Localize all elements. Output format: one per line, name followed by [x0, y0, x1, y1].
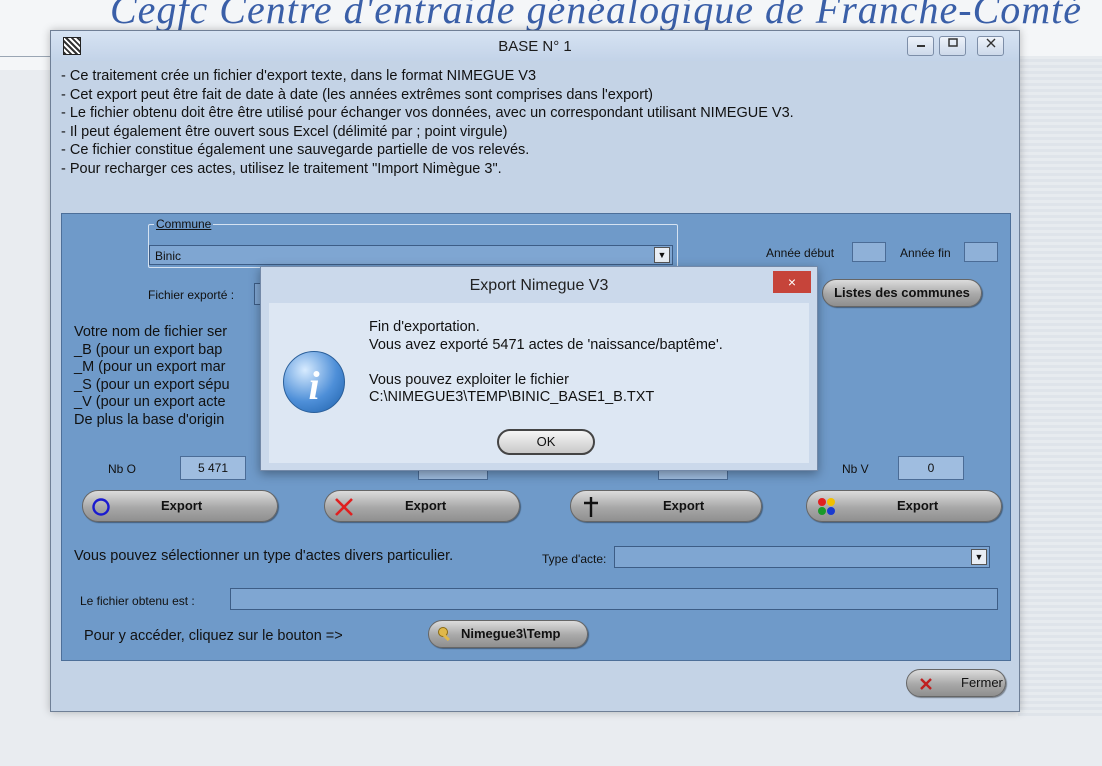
- description-line: - Ce traitement crée un fichier d'export…: [61, 68, 537, 84]
- colored-dots-icon: [818, 498, 835, 515]
- maximize-button[interactable]: [939, 36, 966, 56]
- export-label: Export: [161, 498, 203, 513]
- commune-value: Binic: [155, 249, 182, 263]
- export-baptism-button[interactable]: Export: [82, 490, 278, 522]
- nb-v-value: 0: [898, 456, 964, 480]
- annee-fin-input[interactable]: [964, 242, 998, 262]
- dialog-line: C:\NIMEGUE3\TEMP\BINIC_BASE1_B.TXT: [369, 389, 655, 405]
- naming-text: Votre nom de fichier ser _B (pour un exp…: [74, 324, 230, 429]
- nb-o-value: 5 471: [180, 456, 246, 480]
- dialog-line: [369, 354, 723, 372]
- ok-button[interactable]: OK: [497, 429, 595, 455]
- dialog-title: Export Nimegue V3: [469, 277, 609, 294]
- type-acte-select[interactable]: ▼: [614, 546, 990, 568]
- close-icon: ×: [787, 274, 797, 290]
- naming-line: Votre nom de fichier ser: [74, 324, 228, 340]
- chevron-down-icon[interactable]: ▼: [654, 247, 670, 263]
- type-acte-label: Type d'acte:: [542, 552, 607, 566]
- nimegue-temp-button[interactable]: Nimegue3\Temp: [428, 620, 588, 648]
- fichier-obtenu-input[interactable]: [230, 588, 998, 610]
- maximize-icon: [947, 38, 958, 47]
- description-line: - Il peut également être ouvert sous Exc…: [61, 123, 508, 140]
- naming-line: De plus la base d'origin: [74, 411, 225, 428]
- window-titlebar[interactable]: BASE N° 1: [51, 31, 1019, 61]
- annee-fin-label: Année fin: [900, 246, 951, 260]
- annee-debut-input[interactable]: [852, 242, 886, 262]
- dialog-close-button[interactable]: ×: [773, 271, 811, 293]
- minimize-button[interactable]: [907, 36, 934, 56]
- description-line: - Cet export peut être fait de date à da…: [61, 86, 653, 103]
- latin-cross-icon: [584, 497, 598, 517]
- description-text: - Ce traitement crée un fichier d'export…: [61, 67, 794, 178]
- fichier-exporte-label: Fichier exporté :: [148, 288, 235, 302]
- nb-v-label: Nb V: [842, 462, 869, 476]
- dialog-line: Vous pouvez exploiter le fichier: [369, 371, 569, 388]
- listes-communes-button[interactable]: Listes des communes: [822, 279, 982, 307]
- cross-x-icon: [335, 498, 353, 516]
- export-label: Export: [897, 498, 939, 513]
- export-burial-button[interactable]: Export: [570, 490, 762, 522]
- nb-o-label: Nb O: [108, 462, 137, 476]
- dialog-line: Fin d'exportation.: [369, 319, 480, 335]
- description-line: - Pour recharger ces actes, utilisez le …: [61, 160, 502, 177]
- commune-select[interactable]: Binic ▼: [149, 245, 673, 265]
- nimegue-temp-label: Nimegue3\Temp: [461, 626, 561, 641]
- fermer-button[interactable]: Fermer: [906, 669, 1006, 697]
- fichier-obtenu-label: Le fichier obtenu est :: [80, 594, 195, 608]
- naming-line: _B (pour un export bap: [74, 341, 223, 358]
- dialog-line: Vous avez exporté 5471 actes de 'naissan…: [369, 336, 723, 353]
- chevron-down-icon[interactable]: ▼: [971, 549, 987, 565]
- close-window-button[interactable]: [977, 36, 1004, 56]
- naming-line: _M (pour un export mar: [74, 359, 226, 375]
- background-title: Cegfc Centre d'entraide généalogique de …: [110, 0, 1083, 32]
- circle-icon: [92, 498, 110, 516]
- export-label: Export: [663, 498, 705, 513]
- dialog-body: i Fin d'exportation. Vous avez exporté 5…: [269, 303, 809, 463]
- naming-line: _V (pour un export acte: [74, 394, 226, 410]
- key-icon: [438, 627, 450, 642]
- export-misc-button[interactable]: Export: [806, 490, 1002, 522]
- acceder-text: Pour y accéder, cliquez sur le bouton =>: [84, 628, 343, 644]
- naming-line: _S (pour un export sépu: [74, 376, 230, 393]
- description-line: - Ce fichier constitue également une sau…: [61, 142, 530, 158]
- export-marriage-button[interactable]: Export: [324, 490, 520, 522]
- divers-text: Vous pouvez sélectionner un type d'actes…: [74, 548, 454, 564]
- export-label: Export: [405, 498, 447, 513]
- dialog-message: Fin d'exportation. Vous avez exporté 547…: [369, 319, 723, 407]
- window-title: BASE N° 1: [498, 38, 572, 55]
- fermer-label: Fermer: [961, 675, 1003, 690]
- export-dialog: Export Nimegue V3 × i Fin d'exportation.…: [260, 266, 818, 471]
- close-icon: [920, 678, 932, 690]
- background-right-pane: [1018, 56, 1102, 716]
- info-icon: i: [283, 351, 345, 413]
- annee-debut-label: Année début: [766, 246, 835, 260]
- commune-label: Commune: [154, 217, 214, 231]
- description-line: - Le fichier obtenu doit être être utili…: [61, 105, 794, 121]
- listes-communes-label: Listes des communes: [834, 285, 970, 300]
- minimize-icon: [916, 45, 925, 47]
- close-icon: [986, 38, 995, 48]
